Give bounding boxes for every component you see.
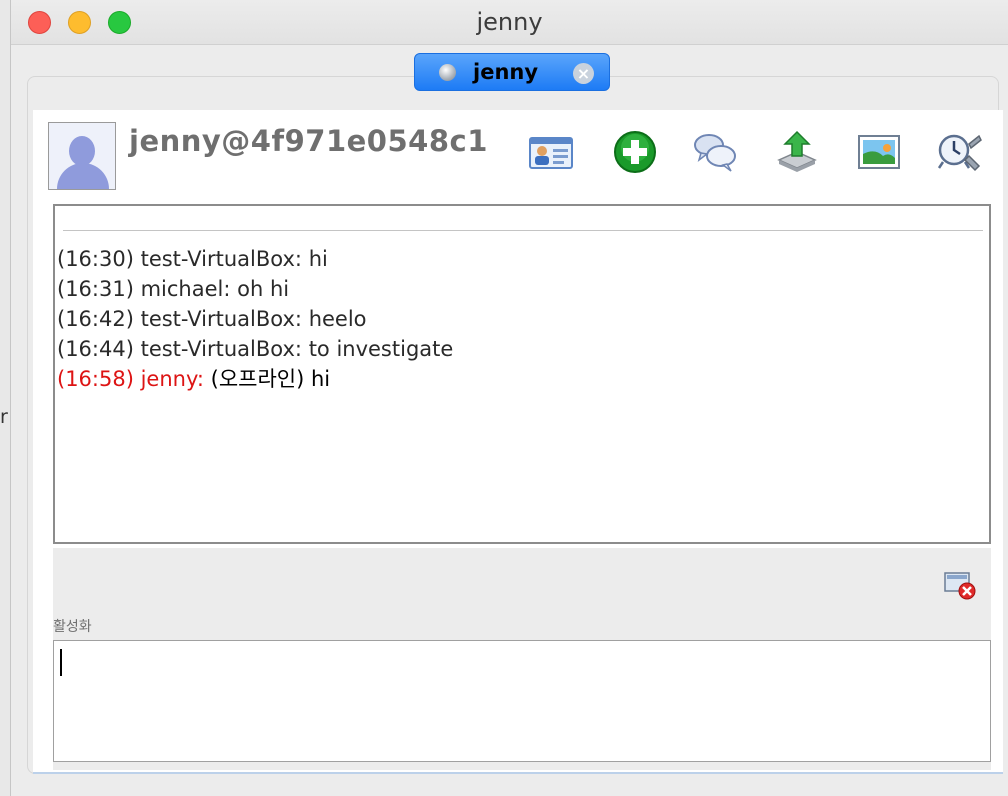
- message-line: (16:44) test-VirtualBox: to investigate: [57, 334, 453, 364]
- message-meta: (16:44) test-VirtualBox:: [57, 337, 302, 361]
- message-meta: (16:30) test-VirtualBox:: [57, 247, 302, 271]
- send-image-icon[interactable]: [855, 130, 903, 174]
- status-dot-icon: [439, 64, 456, 81]
- contact-id: jenny@4f971e0548c1: [129, 124, 488, 158]
- message-list: (16:30) test-VirtualBox: hi (16:31) mich…: [57, 244, 453, 394]
- tab-jenny[interactable]: jenny ×: [414, 53, 610, 91]
- offline-status-icon[interactable]: [943, 570, 977, 600]
- compose-area: 활성화: [53, 548, 991, 770]
- group-chat-icon[interactable]: [691, 130, 739, 174]
- avatar[interactable]: [48, 122, 116, 190]
- message-meta: (16:58) jenny:: [57, 367, 204, 391]
- history-separator: [63, 230, 983, 231]
- avatar-head: [69, 136, 95, 166]
- contact-header: jenny@4f971e0548c1: [33, 110, 1003, 194]
- title-bar[interactable]: jenny: [11, 0, 1008, 45]
- window-title: jenny: [476, 8, 543, 36]
- message-input[interactable]: [53, 640, 991, 762]
- message-text: oh hi: [237, 277, 290, 301]
- tab-label: jenny: [473, 60, 539, 84]
- alarm-settings-icon[interactable]: [935, 130, 983, 174]
- message-line: (16:42) test-VirtualBox: heelo: [57, 304, 453, 334]
- message-line-offline: (16:58) jenny: (오프라인) hi: [57, 364, 453, 394]
- message-text: heelo: [308, 307, 367, 331]
- background-window-text: r: [0, 406, 8, 428]
- avatar-body: [57, 163, 109, 189]
- message-text: hi: [308, 247, 328, 271]
- conversation-panel: jenny@4f971e0548c1 (16:30) test-VirtualB…: [33, 110, 1003, 774]
- message-line: (16:31) michael: oh hi: [57, 274, 453, 304]
- message-text: (오프라인) hi: [210, 367, 331, 391]
- message-text: to investigate: [308, 337, 454, 361]
- contact-card-icon[interactable]: [527, 130, 575, 174]
- add-contact-icon[interactable]: [611, 130, 659, 174]
- chat-window: jenny jenny × jenny@4f971e0548c1 (16:30)…: [10, 0, 1008, 796]
- message-meta: (16:42) test-VirtualBox:: [57, 307, 302, 331]
- message-meta: (16:31) michael:: [57, 277, 231, 301]
- chat-history[interactable]: (16:30) test-VirtualBox: hi (16:31) mich…: [53, 204, 991, 544]
- status-label: 활성화: [53, 619, 92, 635]
- panel-bottom-border: [33, 772, 1003, 774]
- tab-close-icon[interactable]: ×: [573, 63, 594, 84]
- message-line: (16:30) test-VirtualBox: hi: [57, 244, 453, 274]
- send-file-icon[interactable]: [773, 130, 821, 174]
- text-caret: [60, 649, 62, 676]
